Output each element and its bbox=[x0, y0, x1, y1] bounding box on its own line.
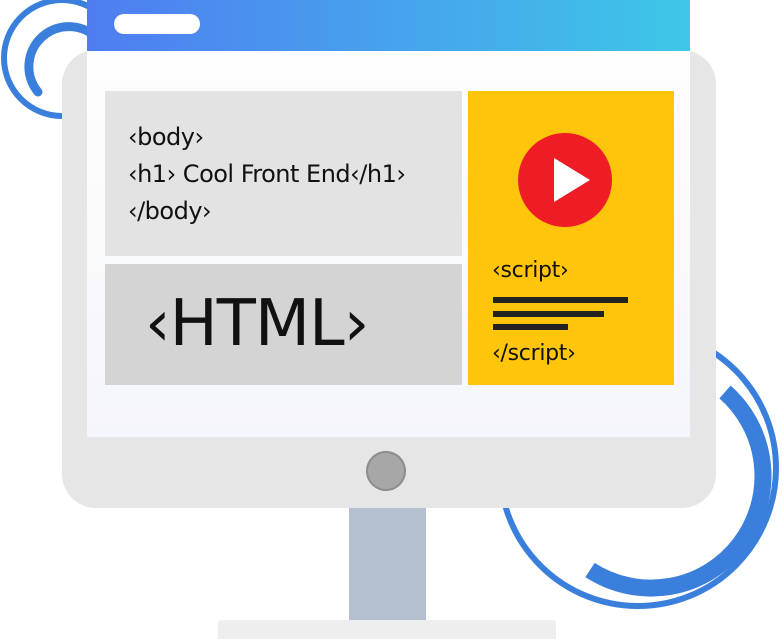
script-code-line bbox=[493, 297, 628, 303]
illustration: ‹body› ‹h1› Cool Front End‹/h1› ‹/body› … bbox=[0, 0, 782, 639]
code-line: ‹h1› Cool Front End‹/h1› bbox=[128, 160, 406, 188]
code-panel: ‹body› ‹h1› Cool Front End‹/h1› ‹/body› bbox=[105, 91, 462, 256]
browser-topbar bbox=[87, 0, 690, 51]
script-code-line bbox=[493, 311, 604, 317]
monitor-stand-base bbox=[218, 620, 556, 639]
address-bar[interactable] bbox=[114, 14, 200, 34]
monitor-screen: ‹body› ‹h1› Cool Front End‹/h1› ‹/body› … bbox=[87, 0, 690, 437]
monitor-power-button[interactable] bbox=[366, 451, 406, 491]
monitor-stand-neck bbox=[349, 508, 426, 627]
html-panel: ‹HTML› bbox=[105, 264, 462, 385]
script-panel: ‹script› ‹/script› bbox=[468, 91, 674, 385]
code-line: ‹/body› bbox=[128, 197, 212, 225]
play-button[interactable] bbox=[518, 133, 612, 227]
script-close-tag: ‹/script› bbox=[492, 341, 576, 366]
script-code-line bbox=[493, 324, 568, 330]
play-icon bbox=[554, 158, 590, 202]
script-open-tag: ‹script› bbox=[492, 258, 569, 283]
code-line: ‹body› bbox=[128, 123, 204, 151]
html-label: ‹HTML› bbox=[145, 287, 369, 361]
